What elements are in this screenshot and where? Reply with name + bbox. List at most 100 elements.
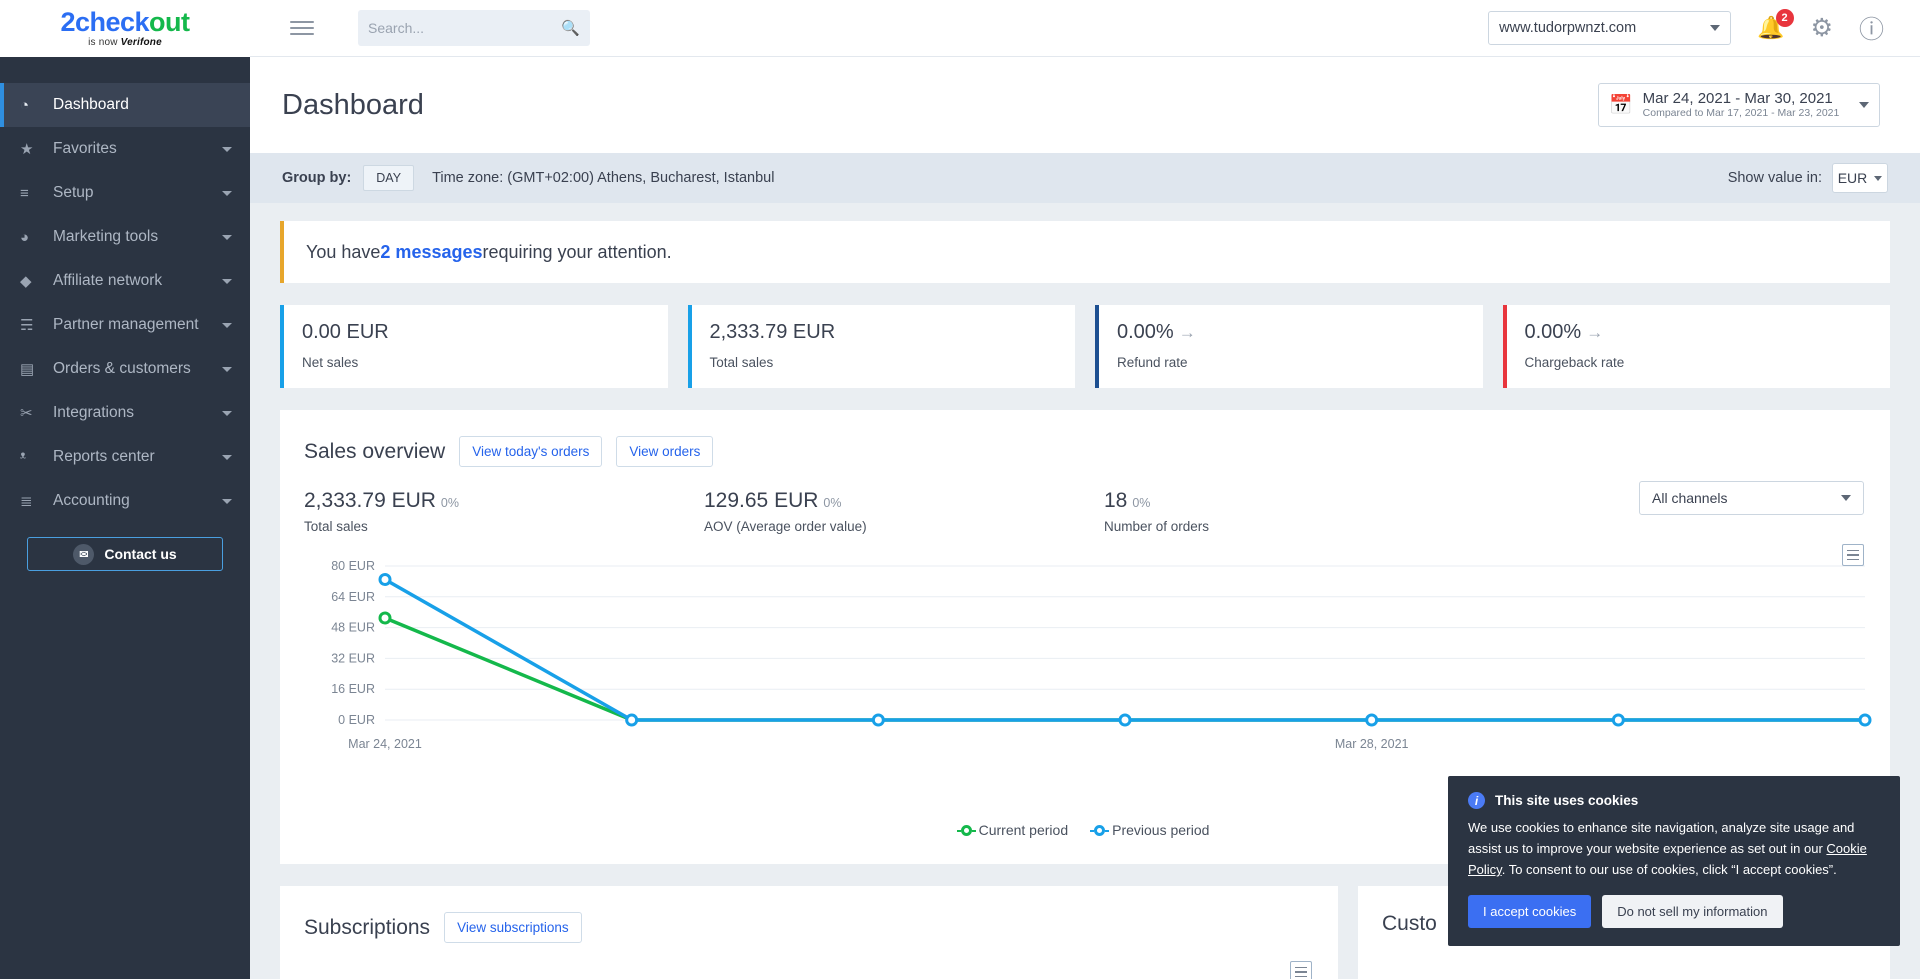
plug-icon: ✂ <box>20 405 33 422</box>
accept-cookies-button[interactable]: I accept cookies <box>1468 894 1592 928</box>
group-by-label: Group by: <box>282 170 352 186</box>
chevron-down-icon <box>1859 102 1869 108</box>
sidebar-item-dashboard[interactable]: ◔ Dashboard <box>0 83 250 127</box>
svg-text:64 EUR: 64 EUR <box>331 590 375 604</box>
sidebar-item-setup[interactable]: ≡ Setup <box>0 171 250 215</box>
subscriptions-header: Subscriptions View subscriptions <box>280 886 1338 943</box>
sidebar-item-label: Marketing tools <box>53 228 159 245</box>
question-mark-icon[interactable]: ⓘ <box>1859 10 1884 46</box>
chevron-down-icon[interactable] <box>222 234 232 240</box>
messages-link[interactable]: 2 messages <box>380 242 482 263</box>
chevron-down-icon[interactable] <box>222 410 232 416</box>
group-by-bar: Group by: DAY Time zone: (GMT+02:00) Ath… <box>250 153 1920 203</box>
envelope-icon: ✉ <box>73 543 95 565</box>
gear-icon[interactable]: ⚙ <box>1811 13 1833 43</box>
sidebar-item-favorites[interactable]: ★ Favorites <box>0 127 250 171</box>
sidebar-item-label: Orders & customers <box>53 360 191 377</box>
pie-chart-icon: ◕ <box>20 228 30 246</box>
customers-title: Custo <box>1382 912 1437 935</box>
search-icon[interactable]: 🔍 <box>561 19 580 37</box>
notifications-button[interactable]: 🔔 2 <box>1757 9 1794 41</box>
tagline-brand: Verifone <box>120 37 162 48</box>
cookie-banner-body: We use cookies to enhance site navigatio… <box>1468 817 1880 881</box>
currency-selector[interactable]: EUR <box>1832 163 1888 193</box>
sidebar-item-orders-customers[interactable]: ▤ Orders & customers <box>0 347 250 391</box>
search-box[interactable]: 🔍 <box>358 10 590 46</box>
stat-value-text: 2,333.79 EUR <box>304 489 436 512</box>
sidebar-item-label: Partner management <box>53 316 199 333</box>
kpi-card-chargeback-rate: 0.00% → Chargeback rate <box>1502 305 1891 388</box>
trend-arrow-icon: → <box>1178 323 1196 342</box>
kpi-value: 0.00% → <box>1525 321 1891 344</box>
subscriptions-card: Subscriptions View subscriptions <box>280 886 1338 979</box>
legend-label-current: Current period <box>978 822 1069 838</box>
kpi-label: Net sales <box>302 355 359 370</box>
subscriptions-title: Subscriptions <box>304 915 431 939</box>
sidebar-nav: ◔ Dashboard ★ Favorites ≡ Setup ◕ Marketing too… <box>0 57 250 523</box>
search-input[interactable] <box>368 20 562 36</box>
view-subscriptions-button[interactable]: View subscriptions <box>444 912 582 943</box>
chevron-down-icon <box>1874 175 1883 181</box>
chevron-down-icon[interactable] <box>222 366 232 372</box>
legend-item-previous[interactable]: Previous period <box>1090 822 1209 838</box>
chevron-down-icon[interactable] <box>222 322 232 328</box>
kpi-card-net-sales: 0.00 EUR Net sales <box>280 305 668 388</box>
sales-overview-title: Sales overview <box>304 439 446 463</box>
chevron-down-icon <box>1710 25 1721 31</box>
view-orders-button[interactable]: View orders <box>616 436 714 467</box>
sidebar-item-partner-management[interactable]: ☴ Partner management <box>0 303 250 347</box>
sidebar-item-affiliate-network[interactable]: ◆ Affiliate network <box>0 259 250 303</box>
chart-menu-icon[interactable] <box>1842 544 1864 566</box>
hamburger-icon[interactable] <box>290 17 314 39</box>
logo-text-secondary: out <box>149 7 190 37</box>
trend-arrow-icon: → <box>1586 323 1604 342</box>
legend-item-current[interactable]: Current period <box>956 822 1069 838</box>
legend-marker-previous <box>1090 824 1110 836</box>
notification-badge: 2 <box>1775 9 1794 27</box>
sidebar-item-reports-center[interactable]: ᵜ Reports center <box>0 435 250 479</box>
do-not-sell-button[interactable]: Do not sell my information <box>1602 894 1783 928</box>
chevron-down-icon[interactable] <box>222 454 232 460</box>
kpi-label: Chargeback rate <box>1524 355 1625 370</box>
show-value-in-group: Show value in: EUR <box>1728 163 1888 193</box>
subscriptions-menu-icon[interactable] <box>1290 961 1312 979</box>
chevron-down-icon[interactable] <box>222 278 232 284</box>
group-by-day-button[interactable]: DAY <box>363 165 415 191</box>
kpi-value: 2,333.79 EUR <box>710 321 1076 344</box>
clipboard-icon: ▤ <box>20 361 35 378</box>
sidebar-item-accounting[interactable]: ≣ Accounting <box>0 479 250 523</box>
chevron-down-icon[interactable] <box>222 146 232 152</box>
stat-delta: 0% <box>440 496 459 510</box>
currency-value: EUR <box>1837 170 1868 186</box>
sidebar-item-label: Setup <box>53 184 94 201</box>
calendar-icon: 📅 <box>1609 95 1633 116</box>
brand-logo[interactable]: 2checkout is now Verifone <box>0 0 250 57</box>
chevron-down-icon[interactable] <box>222 498 232 504</box>
kpi-label: Refund rate <box>1117 355 1188 370</box>
kpi-value-text: 0.00% <box>1524 321 1582 343</box>
sales-stats-row: 2,333.79 EUR 0% Total sales 129.65 EUR 0% … <box>280 467 1890 534</box>
stat-value-text: 129.65 EUR <box>704 489 819 512</box>
channel-selector[interactable]: All channels <box>1639 481 1864 515</box>
view-todays-orders-button[interactable]: View today's orders <box>459 436 603 467</box>
kpi-value: 0.00% → <box>1117 321 1483 344</box>
contact-us-button[interactable]: ✉ Contact us <box>27 537 223 571</box>
sidebar-item-integrations[interactable]: ✂ Integrations <box>0 391 250 435</box>
bar-chart-icon: ᵜ <box>20 448 26 466</box>
sidebar-item-marketing-tools[interactable]: ◕ Marketing tools <box>0 215 250 259</box>
stat-value-text: 18 <box>1104 489 1128 512</box>
notice-prefix: You have <box>306 241 381 262</box>
handshake-icon: ◆ <box>20 273 32 290</box>
kpi-cards: 0.00 EUR Net sales 2,333.79 EUR Total sales… <box>280 305 1890 388</box>
site-selector[interactable]: www.tudorpwnzt.com <box>1488 11 1732 45</box>
stat-delta: 0% <box>1132 496 1151 510</box>
stat-orders: 18 0% Number of orders <box>1104 489 1504 534</box>
sidebar-item-label: Accounting <box>53 492 130 509</box>
sales-overview-header: Sales overview View today's orders View … <box>280 410 1890 467</box>
stat-orders-value: 18 0% <box>1104 489 1504 513</box>
svg-text:Mar 24, 2021: Mar 24, 2021 <box>348 737 422 751</box>
logo-tagline: is now Verifone <box>88 37 162 48</box>
date-range-picker[interactable]: 📅 Mar 24, 2021 - Mar 30, 2021 Compared t… <box>1598 83 1880 127</box>
stat-aov: 129.65 EUR 0% AOV (Average order value) <box>704 489 1104 534</box>
chevron-down-icon[interactable] <box>222 190 232 196</box>
